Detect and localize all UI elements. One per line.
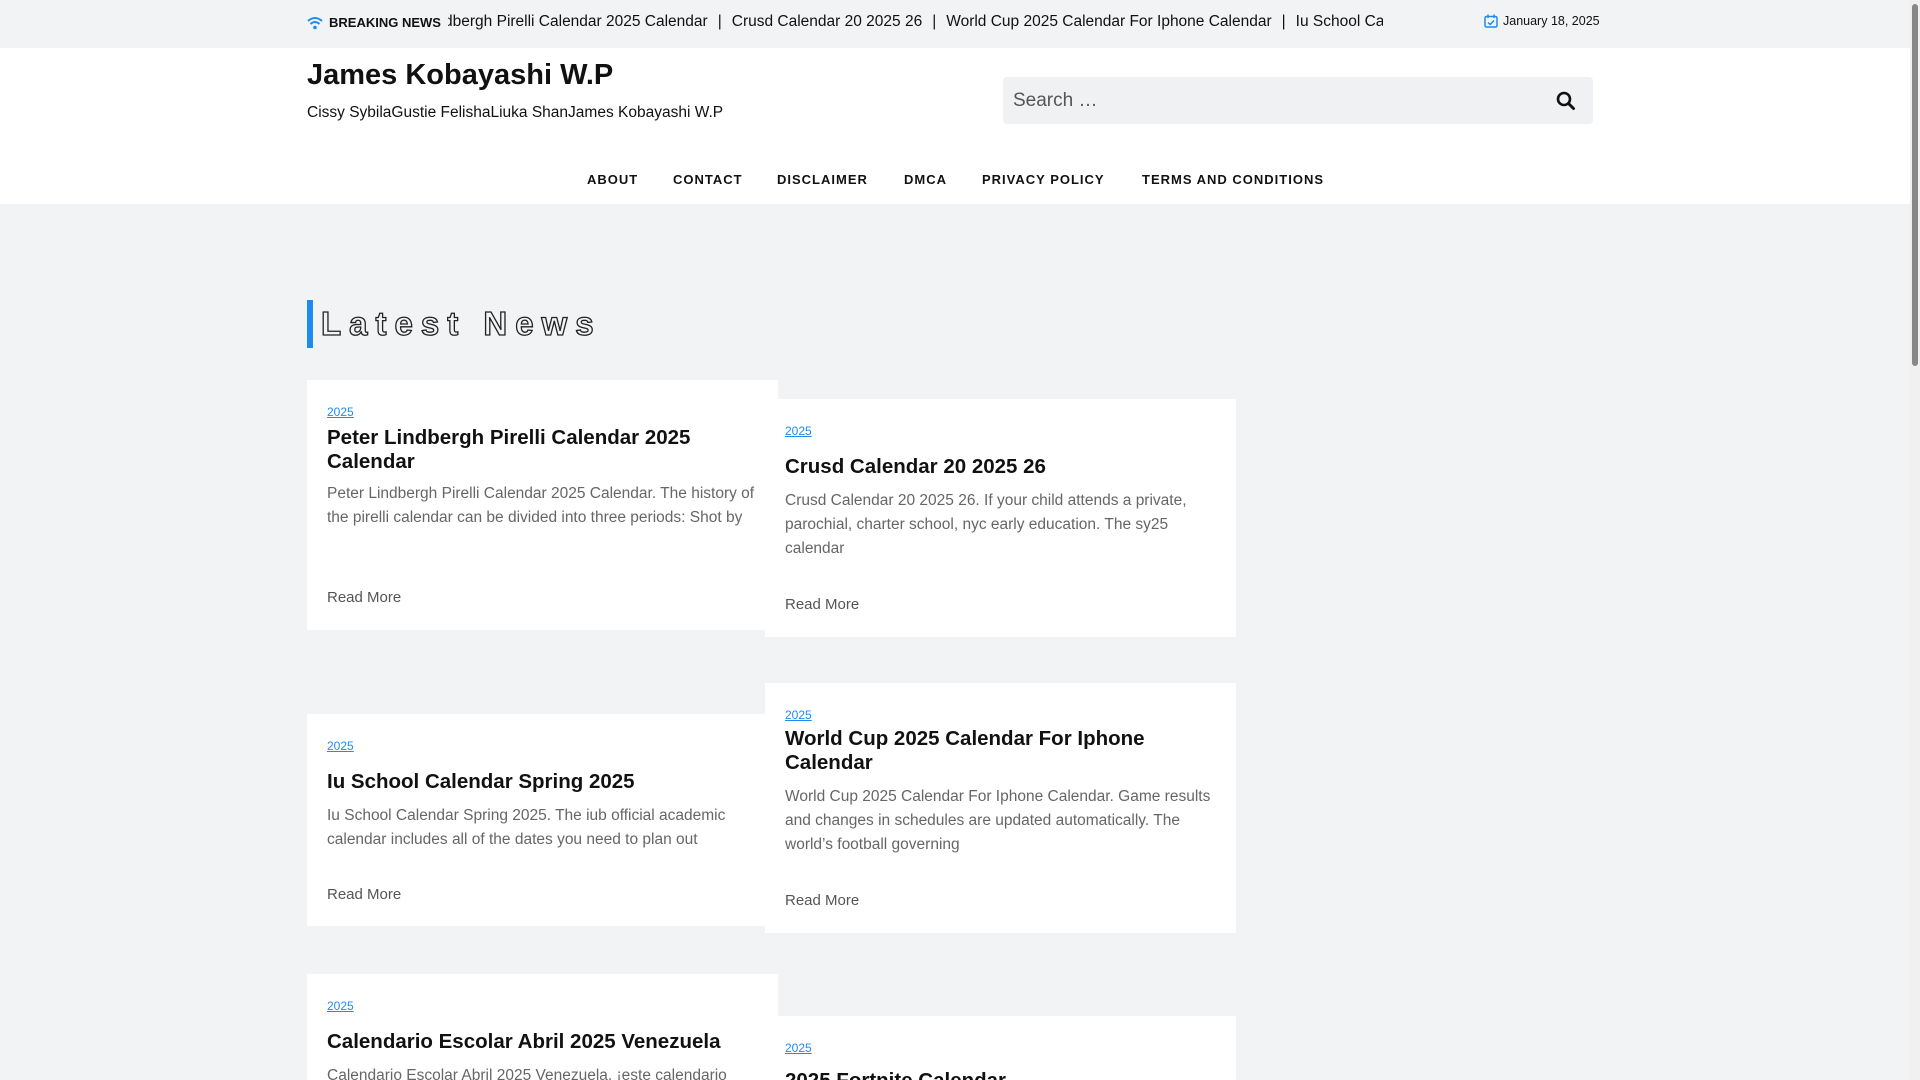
calendar-check-icon — [1484, 14, 1498, 28]
top-bar: BREAKING NEWS Peter Lindbergh Pirelli Ca… — [0, 0, 1910, 48]
wifi-icon — [307, 16, 323, 29]
nav-item-disclaimer[interactable]: DISCLAIMER — [777, 172, 868, 187]
nav-item-about[interactable]: ABOUT — [587, 172, 638, 187]
post-category[interactable]: 2025 — [785, 708, 812, 722]
post-category[interactable]: 2025 — [785, 424, 812, 438]
post-title[interactable]: 2025 Fortnite Calendar — [785, 1069, 1215, 1080]
section-title: Latest News — [307, 300, 602, 348]
ticker-separator: | — [1281, 13, 1286, 30]
nav-item-privacy-policy[interactable]: PRIVACY POLICY — [982, 172, 1105, 187]
read-more-link[interactable]: Read More — [327, 886, 401, 903]
breaking-news-text: BREAKING NEWS — [329, 15, 441, 30]
post-card: 2025 Iu School Calendar Spring 2025 Iu S… — [307, 714, 778, 926]
post-card: 2025 Calendario Escolar Abril 2025 Venez… — [307, 974, 778, 1080]
breaking-news-label: BREAKING NEWS — [307, 15, 441, 30]
ticker-item[interactable]: Crusd Calendar 20 2025 26 — [732, 13, 922, 30]
site-description: Cissy SybilaGustie FelishaLiuka ShanJame… — [307, 104, 724, 121]
nav-item-dmca[interactable]: DMCA — [904, 172, 947, 187]
post-excerpt: Calendario Escolar Abril 2025 Venezuela.… — [327, 1067, 727, 1080]
search-form — [1003, 77, 1593, 124]
ticker-separator: | — [932, 13, 937, 30]
news-ticker: Peter Lindbergh Pirelli Calendar 2025 Ca… — [448, 13, 1383, 35]
post-excerpt: Iu School Calendar Spring 2025. The iub … — [327, 807, 726, 848]
search-button[interactable] — [1555, 90, 1577, 112]
read-more-link[interactable]: Read More — [785, 892, 859, 909]
date-text: January 18, 2025 — [1503, 14, 1600, 28]
scrollbar-thumb[interactable] — [1912, 4, 1918, 366]
main-navigation: ABOUT CONTACT DISCLAIMER DMCA PRIVACY PO… — [0, 158, 1910, 204]
post-card: 2025 World Cup 2025 Calendar For Iphone … — [765, 683, 1236, 933]
search-input[interactable] — [1003, 77, 1523, 124]
ticker-item[interactable]: Peter Lindbergh Pirelli Calendar 2025 Ca… — [448, 13, 708, 30]
read-more-link[interactable]: Read More — [327, 589, 401, 606]
post-category[interactable]: 2025 — [327, 739, 354, 753]
section-title-text: Latest News — [320, 304, 602, 342]
post-card: 2025 Peter Lindbergh Pirelli Calendar 20… — [307, 380, 778, 630]
ticker-separator: | — [717, 13, 722, 30]
page-scrollbar[interactable] — [1910, 0, 1920, 1080]
search-icon — [1556, 91, 1575, 110]
current-date: January 18, 2025 — [1484, 14, 1600, 28]
site-title[interactable]: James Kobayashi W.P — [307, 59, 613, 92]
ticker-track: Peter Lindbergh Pirelli Calendar 2025 Ca… — [448, 13, 1383, 31]
post-title[interactable]: Iu School Calendar Spring 2025 — [327, 770, 757, 794]
nav-item-terms-and-conditions[interactable]: TERMS AND CONDITIONS — [1142, 172, 1324, 187]
post-category[interactable]: 2025 — [327, 405, 354, 419]
post-card: 2025 Crusd Calendar 20 2025 26 Crusd Cal… — [765, 399, 1236, 637]
nav-item-contact[interactable]: CONTACT — [673, 172, 743, 187]
ticker-item[interactable]: World Cup 2025 Calendar For Iphone Calen… — [946, 13, 1271, 30]
ticker-item[interactable]: Iu School Calendar Spring 2025 — [1296, 13, 1383, 30]
post-excerpt: World Cup 2025 Calendar For Iphone Calen… — [785, 788, 1211, 853]
post-title[interactable]: Crusd Calendar 20 2025 26 — [785, 455, 1215, 479]
post-category[interactable]: 2025 — [327, 999, 354, 1013]
post-excerpt: Crusd Calendar 20 2025 26. If your child… — [785, 492, 1187, 557]
post-title[interactable]: Calendario Escolar Abril 2025 Venezuela — [327, 1030, 757, 1054]
post-excerpt: Peter Lindbergh Pirelli Calendar 2025 Ca… — [327, 485, 755, 526]
post-category[interactable]: 2025 — [785, 1041, 812, 1055]
post-card: 2025 2025 Fortnite Calendar — [765, 1016, 1236, 1080]
read-more-link[interactable]: Read More — [785, 596, 859, 613]
post-title[interactable]: Peter Lindbergh Pirelli Calendar 2025 Ca… — [327, 426, 757, 474]
post-title[interactable]: World Cup 2025 Calendar For Iphone Calen… — [785, 727, 1215, 775]
